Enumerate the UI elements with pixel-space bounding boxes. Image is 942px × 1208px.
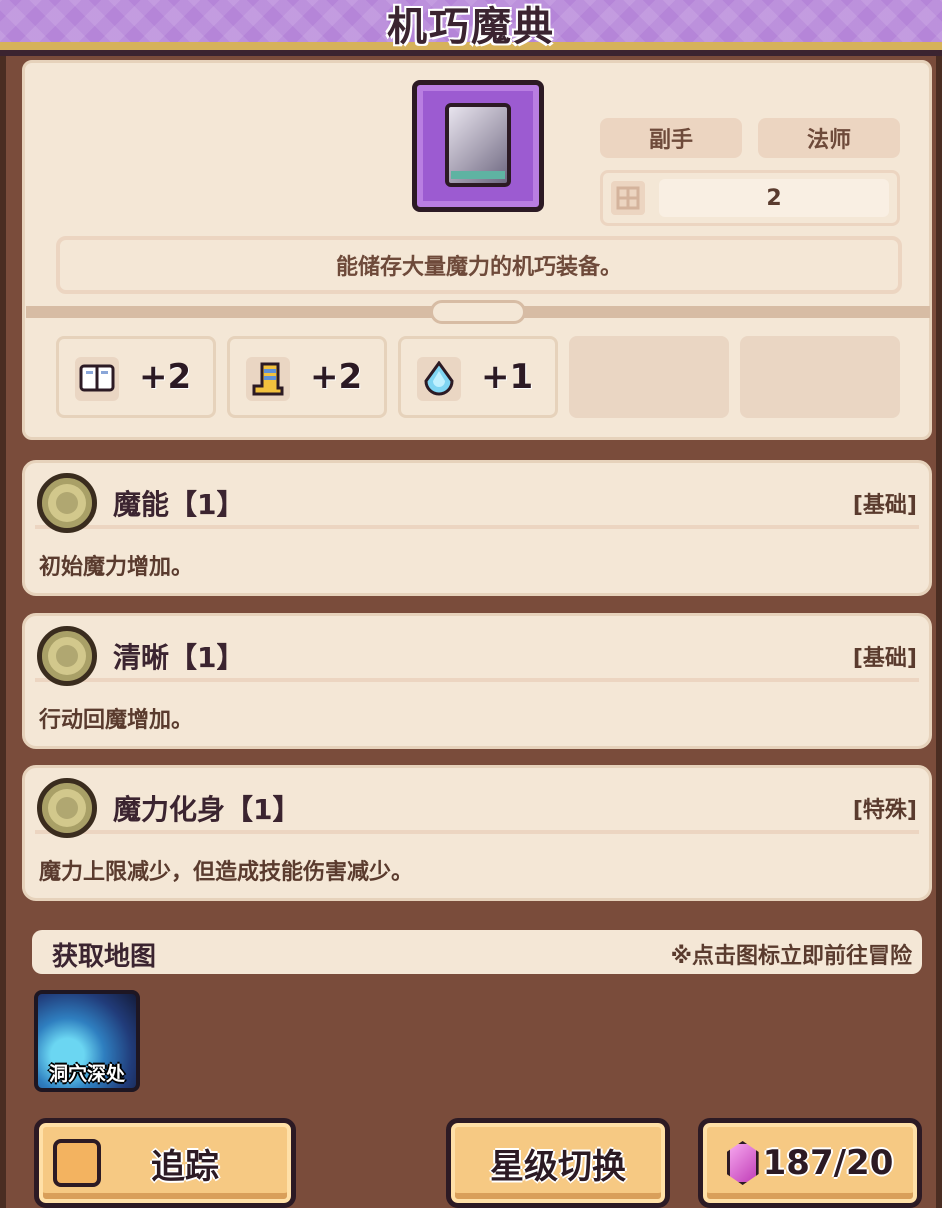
mana-drop-icon: [417, 357, 461, 401]
track-button-label: 追踪: [151, 1146, 219, 1187]
track-button[interactable]: 追踪: [34, 1118, 296, 1208]
skill-card[interactable]: 清晰【1】 [基础] 行动回魔增加。: [22, 613, 932, 749]
gem-upgrade-button[interactable]: 187/20: [698, 1118, 922, 1208]
skill-header: 清晰【1】 [基础]: [35, 626, 919, 686]
skill-card[interactable]: 魔力化身【1】 [特殊] 魔力上限减少，但造成技能伤害减少。: [22, 765, 932, 901]
star-switch-button[interactable]: 星级切换: [446, 1118, 670, 1208]
stat-slot-1: +2: [56, 336, 216, 418]
tag-class: 法师: [758, 118, 900, 158]
stat-slot-empty-2: [740, 336, 900, 418]
stat-slot-2: +2: [227, 336, 387, 418]
item-description: 能储存大量魔力的机巧装备。: [56, 236, 902, 294]
divider-ornament: [430, 300, 526, 324]
gem-count: 187/20: [762, 1143, 894, 1183]
stat-value-1: +2: [139, 357, 192, 397]
map-section-title: 获取地图: [52, 942, 157, 972]
title-banner: 机巧魔典: [0, 0, 942, 56]
item-icon-frame: [412, 80, 544, 212]
skill-description: 初始魔力增加。: [39, 555, 194, 580]
skill-name: 魔能【1】: [113, 488, 245, 521]
boot-icon: [246, 357, 290, 401]
stat-value-3: +1: [481, 357, 534, 397]
skill-card[interactable]: 魔能【1】 [基础] 初始魔力增加。: [22, 460, 932, 596]
skill-description: 行动回魔增加。: [39, 708, 194, 733]
skill-description: 魔力上限减少，但造成技能伤害减少。: [39, 860, 414, 885]
grimoire-book-icon: [445, 103, 511, 187]
skill-badge-icon: [37, 626, 97, 686]
item-level-value: 2: [659, 179, 889, 217]
skill-badge-icon: [37, 473, 97, 533]
stat-slot-3: +1: [398, 336, 558, 418]
skill-name: 清晰【1】: [113, 641, 245, 674]
skill-type: [特殊]: [852, 798, 917, 823]
skill-type: [基础]: [852, 493, 917, 518]
map-tile-cave[interactable]: 洞穴深处: [34, 990, 140, 1092]
stat-slot-empty-1: [569, 336, 729, 418]
skill-header: 魔能【1】 [基础]: [35, 473, 919, 533]
thumbs-up-icon: [53, 1139, 101, 1187]
skill-badge-icon: [37, 778, 97, 838]
skill-type: [基础]: [852, 646, 917, 671]
skill-name: 魔力化身【1】: [113, 793, 301, 826]
star-switch-label: 星级切换: [490, 1146, 626, 1187]
skill-header: 魔力化身【1】 [特殊]: [35, 778, 919, 838]
gem-icon: [726, 1141, 759, 1185]
item-level-row: 2: [600, 170, 900, 226]
tag-slot-type: 副手: [600, 118, 742, 158]
map-section-header: 获取地图 ※点击图标立即前往冒险: [32, 930, 922, 974]
page-title: 机巧魔典: [387, 4, 555, 50]
stat-value-2: +2: [310, 357, 363, 397]
book-icon: [75, 357, 119, 401]
map-section-hint: ※点击图标立即前往冒险: [670, 944, 912, 969]
grid-icon: [611, 181, 645, 215]
map-tile-label: 洞穴深处: [48, 1063, 125, 1085]
